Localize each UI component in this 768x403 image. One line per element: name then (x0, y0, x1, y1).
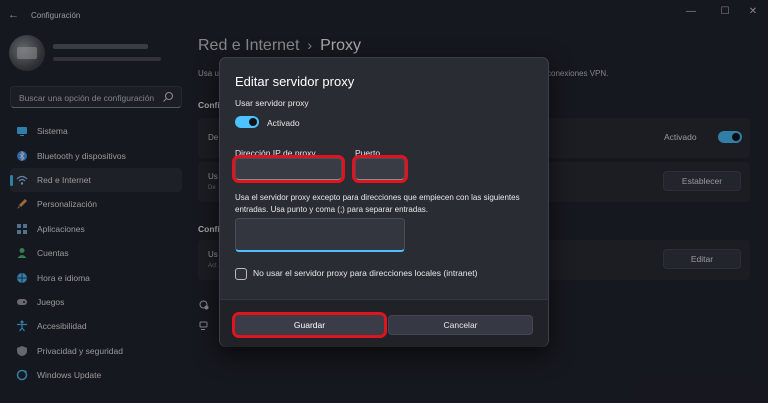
exceptions-description: Usa el servidor proxy excepto para direc… (235, 193, 520, 214)
edit-proxy-dialog: Editar servidor proxy Usar servidor prox… (219, 57, 549, 347)
proxy-ip-label: Dirección IP de proxy (235, 148, 316, 158)
proxy-ip-input[interactable] (232, 155, 345, 183)
local-addresses-label: No usar el servidor proxy para direccion… (253, 268, 478, 278)
use-proxy-toggle[interactable] (235, 116, 259, 128)
port-label: Puerto (355, 148, 381, 158)
use-proxy-label: Usar servidor proxy (235, 98, 309, 108)
use-proxy-toggle-label: Activado (267, 118, 300, 128)
exceptions-textarea[interactable] (235, 218, 405, 252)
port-input[interactable] (352, 155, 408, 183)
cancel-button[interactable]: Cancelar (388, 315, 533, 335)
dialog-title: Editar servidor proxy (235, 74, 355, 89)
dialog-footer: Guardar Cancelar (220, 299, 548, 347)
local-addresses-checkbox[interactable] (235, 268, 247, 280)
save-button[interactable]: Guardar (232, 312, 387, 338)
